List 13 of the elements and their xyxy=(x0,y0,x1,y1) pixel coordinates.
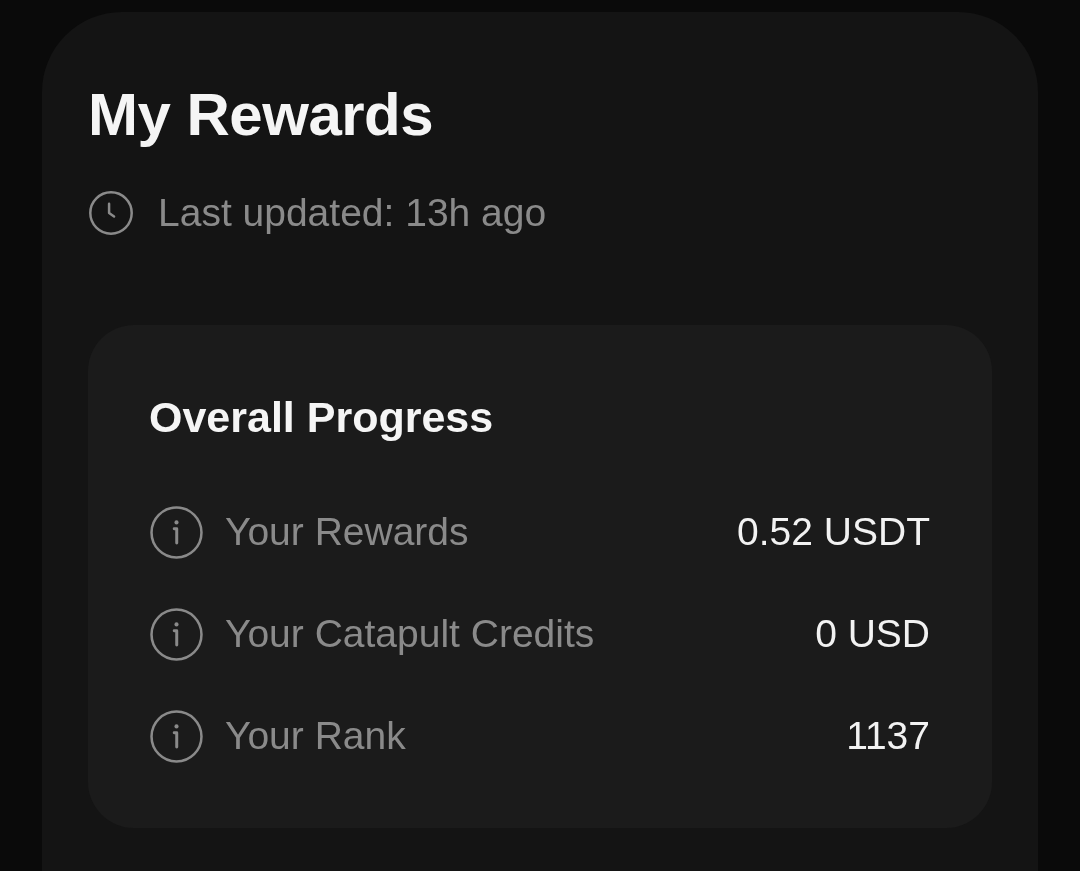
info-icon[interactable] xyxy=(149,708,204,764)
row-label: Your Catapult Credits xyxy=(225,611,595,657)
row-label: Your Rewards xyxy=(225,509,469,555)
last-updated-text: Last updated: 13h ago xyxy=(158,190,547,236)
panel-title: Overall Progress xyxy=(149,391,495,443)
row-value: 1137 xyxy=(846,713,930,759)
info-icon[interactable] xyxy=(149,504,204,560)
clock-icon xyxy=(88,190,134,237)
row-label: Your Rank xyxy=(225,713,406,759)
row-value: 0.52 USDT xyxy=(737,509,930,555)
info-icon[interactable] xyxy=(149,606,204,662)
page-title: My Rewards xyxy=(88,80,435,150)
row-value: 0 USD xyxy=(815,611,930,657)
